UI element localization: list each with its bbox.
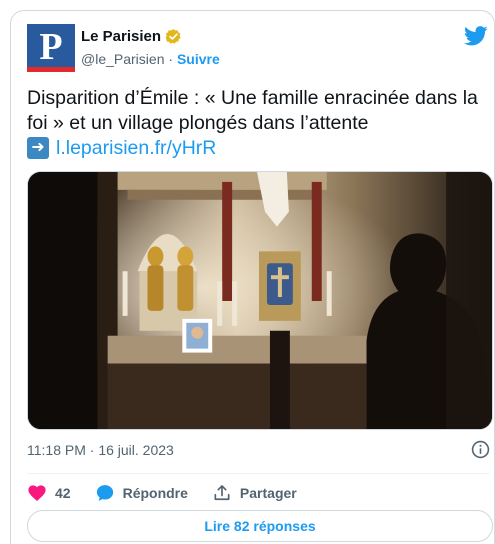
handle-separator: · — [168, 51, 174, 67]
avatar[interactable]: P — [27, 24, 75, 72]
reply-bubble-icon — [96, 485, 113, 501]
right-arrow-emoji-icon: ➜ — [27, 137, 49, 159]
tweet-link-row: ➜ l.leparisien.fr/yHrR — [27, 136, 216, 160]
avatar-red-bar — [27, 67, 75, 72]
tweet-text: Disparition d’Émile : « Une famille enra… — [27, 87, 478, 134]
tweet-timestamp[interactable]: 11:18 PM · 16 juil. 2023 — [27, 442, 174, 458]
twitter-bird-icon[interactable] — [464, 25, 488, 47]
church-altar-photo — [28, 172, 492, 429]
author-handle[interactable]: @le_Parisien — [81, 51, 164, 67]
like-button[interactable]: 42 — [27, 483, 71, 503]
author-name-row: Le Parisien — [81, 28, 182, 45]
share-icon — [214, 485, 230, 501]
avatar-letter: P — [39, 26, 63, 68]
tweet-link[interactable]: l.leparisien.fr/yHrR — [56, 136, 216, 160]
share-label: Partager — [239, 485, 297, 501]
follow-button[interactable]: Suivre — [177, 51, 220, 67]
verified-badge-icon — [165, 29, 181, 44]
likes-count: 42 — [55, 485, 71, 501]
tweet-card: P Le Parisien @le_Parisien · Suivre Disp… — [10, 10, 495, 544]
reply-button[interactable]: Répondre — [95, 483, 188, 503]
author-handle-row: @le_Parisien · Suivre — [81, 51, 220, 67]
reply-label: Répondre — [122, 485, 188, 501]
heart-icon — [28, 485, 46, 501]
share-button[interactable]: Partager — [212, 483, 297, 503]
info-icon[interactable] — [471, 440, 490, 459]
tweet-actions: 42 Répondre Partager — [27, 481, 297, 505]
tweet-photo[interactable] — [27, 171, 493, 430]
author-name[interactable]: Le Parisien — [81, 28, 161, 45]
actions-divider — [27, 473, 490, 474]
read-replies-button[interactable]: Lire 82 réponses — [27, 510, 493, 542]
